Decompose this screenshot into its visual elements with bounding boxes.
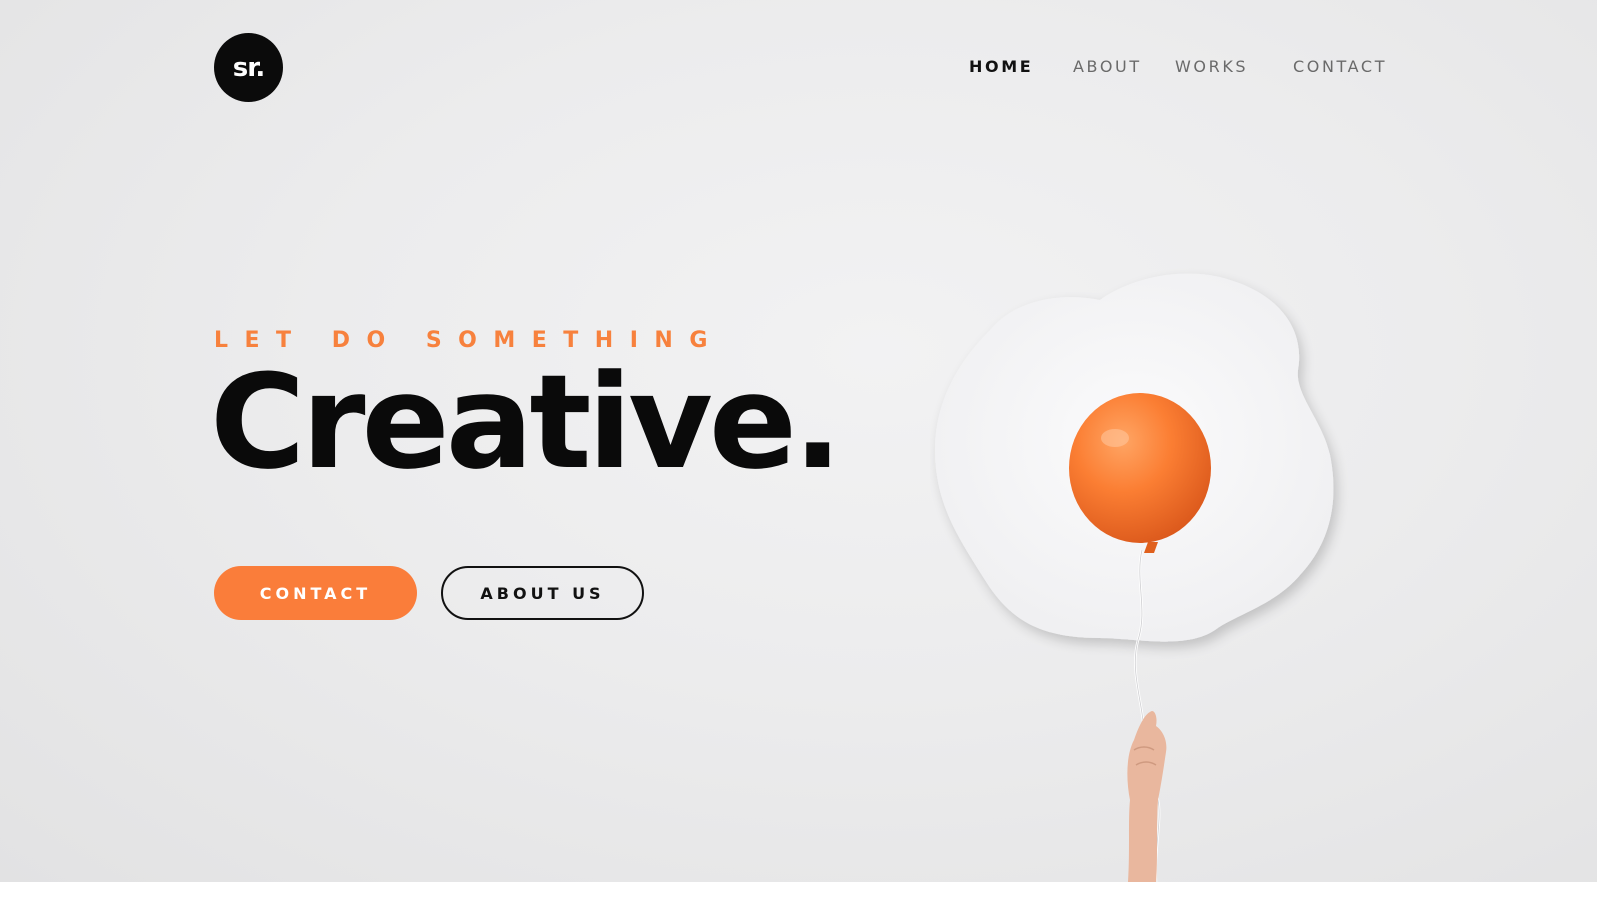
nav-item-works[interactable]: WORKS bbox=[1175, 57, 1248, 76]
nav-item-home[interactable]: HOME bbox=[969, 57, 1033, 76]
hero-headline: Creative. bbox=[210, 346, 842, 498]
about-us-button[interactable]: ABOUT US bbox=[441, 566, 644, 620]
hero-illustration bbox=[935, 273, 1334, 882]
nav-item-about[interactable]: ABOUT bbox=[1073, 57, 1142, 76]
hand-holding-string-icon bbox=[1127, 710, 1167, 882]
hero-section: sr. HOME ABOUT WORKS CONTACT LET DO SOME… bbox=[0, 0, 1597, 882]
logo-text: sr. bbox=[232, 52, 265, 83]
nav-item-contact[interactable]: CONTACT bbox=[1293, 57, 1387, 76]
page-bottom-strip bbox=[0, 882, 1597, 911]
contact-button[interactable]: CONTACT bbox=[214, 566, 417, 620]
logo[interactable]: sr. bbox=[214, 33, 283, 102]
